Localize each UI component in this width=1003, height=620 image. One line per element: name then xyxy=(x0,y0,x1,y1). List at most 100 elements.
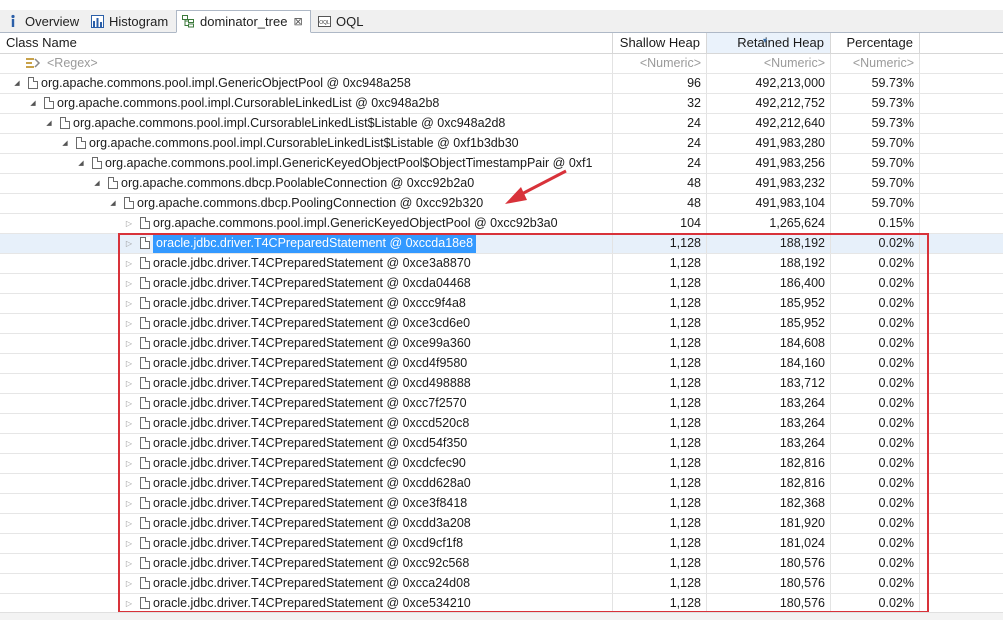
expand-toggle-collapsed-icon[interactable]: ▷ xyxy=(124,274,134,293)
tab-overview[interactable]: Overview xyxy=(2,10,84,32)
table-row[interactable]: ◢ org.apache.commons.dbcp.PoolingConnecti… xyxy=(0,194,1003,214)
percentage-cell: 0.02% xyxy=(831,594,920,613)
table-row[interactable]: ▷ oracle.jdbc.driver.T4CPreparedStatement… xyxy=(0,274,1003,294)
shallow-heap-cell: 48 xyxy=(613,194,707,213)
table-row[interactable]: ▷ oracle.jdbc.driver.T4CPreparedStatement… xyxy=(0,554,1003,574)
table-row[interactable]: ▷ oracle.jdbc.driver.T4CPreparedStatement… xyxy=(0,494,1003,514)
expand-toggle-collapsed-icon[interactable]: ▷ xyxy=(124,294,134,313)
table-row[interactable]: ▷ oracle.jdbc.driver.T4CPreparedStatement… xyxy=(0,294,1003,314)
expand-toggle-expanded-icon[interactable]: ◢ xyxy=(76,154,86,173)
expand-toggle-collapsed-icon[interactable]: ▷ xyxy=(124,394,134,413)
expand-toggle-collapsed-icon[interactable]: ▷ xyxy=(124,514,134,533)
shallow-heap-cell: 96 xyxy=(613,74,707,93)
object-file-icon xyxy=(124,197,134,209)
shallow-heap-cell: 24 xyxy=(613,114,707,133)
table-row[interactable]: ▷ oracle.jdbc.driver.T4CPreparedStatement… xyxy=(0,334,1003,354)
expand-toggle-expanded-icon[interactable]: ◢ xyxy=(44,114,54,133)
column-header-shallow-heap[interactable]: Shallow Heap xyxy=(613,33,707,53)
shallow-heap-cell: 1,128 xyxy=(613,594,707,613)
shallow-heap-cell: 1,128 xyxy=(613,434,707,453)
tab-oql[interactable]: OQL OQL xyxy=(313,10,365,32)
percentage-cell: 0.02% xyxy=(831,514,920,533)
column-header-percentage[interactable]: Percentage xyxy=(831,33,920,53)
class-name-cell: ▷ oracle.jdbc.driver.T4CPreparedStatement… xyxy=(0,434,613,453)
expand-toggle-collapsed-icon[interactable]: ▷ xyxy=(124,234,134,253)
table-row[interactable]: ▷ oracle.jdbc.driver.T4CPreparedStatement… xyxy=(0,394,1003,414)
class-name-label: oracle.jdbc.driver.T4CPreparedStatement … xyxy=(153,556,470,570)
table-row[interactable]: ▷ oracle.jdbc.driver.T4CPreparedStatement… xyxy=(0,534,1003,554)
table-row[interactable]: ▷ oracle.jdbc.driver.T4CPreparedStatement… xyxy=(0,574,1003,594)
expand-toggle-expanded-icon[interactable]: ◢ xyxy=(28,94,38,113)
class-name-cell: ▷ oracle.jdbc.driver.T4CPreparedStatement… xyxy=(0,454,613,473)
table-row[interactable]: ▷ oracle.jdbc.driver.T4CPreparedStatement… xyxy=(0,514,1003,534)
shallow-heap-cell: 104 xyxy=(613,214,707,233)
shallow-heap-cell: 1,128 xyxy=(613,514,707,533)
expand-toggle-expanded-icon[interactable]: ◢ xyxy=(108,194,118,213)
table-row[interactable]: ▷ oracle.jdbc.driver.T4CPreparedStatement… xyxy=(0,434,1003,454)
expand-toggle-collapsed-icon[interactable]: ▷ xyxy=(124,594,134,613)
class-name-label: oracle.jdbc.driver.T4CPreparedStatement … xyxy=(153,496,468,510)
expand-toggle-expanded-icon[interactable]: ◢ xyxy=(60,134,70,153)
expand-toggle-collapsed-icon[interactable]: ▷ xyxy=(124,414,134,433)
table-row[interactable]: ▷ oracle.jdbc.driver.T4CPreparedStatement… xyxy=(0,354,1003,374)
expand-toggle-collapsed-icon[interactable]: ▷ xyxy=(124,374,134,393)
retained-heap-cell: 1,265,624 xyxy=(707,214,831,233)
table-row[interactable]: ◢ org.apache.commons.pool.impl.Cursorable… xyxy=(0,94,1003,114)
table-row[interactable]: ▷ oracle.jdbc.driver.T4CPreparedStatement… xyxy=(0,314,1003,334)
tab-histogram[interactable]: Histogram xyxy=(86,10,174,32)
info-icon xyxy=(6,14,20,28)
class-name-label: oracle.jdbc.driver.T4CPreparedStatement … xyxy=(153,276,471,290)
table-row[interactable]: ◢ org.apache.commons.dbcp.PoolableConnect… xyxy=(0,174,1003,194)
expand-toggle-collapsed-icon[interactable]: ▷ xyxy=(124,254,134,273)
class-name-label: oracle.jdbc.driver.T4CPreparedStatement … xyxy=(153,376,471,390)
column-header-class-name[interactable]: Class Name xyxy=(0,33,613,53)
expand-toggle-expanded-icon[interactable]: ◢ xyxy=(92,174,102,193)
object-file-icon xyxy=(140,477,150,489)
retained-heap-cell: 183,264 xyxy=(707,394,831,413)
table-row[interactable]: ▷ oracle.jdbc.driver.T4CPreparedStatement… xyxy=(0,374,1003,394)
shallow-filter-cell[interactable]: <Numeric> xyxy=(613,54,707,73)
expand-toggle-collapsed-icon[interactable]: ▷ xyxy=(124,334,134,353)
expand-toggle-collapsed-icon[interactable]: ▷ xyxy=(124,494,134,513)
shallow-heap-cell: 1,128 xyxy=(613,274,707,293)
expand-toggle-collapsed-icon[interactable]: ▷ xyxy=(124,534,134,553)
table-row[interactable]: ◢ org.apache.commons.pool.impl.GenericObj… xyxy=(0,74,1003,94)
table-row[interactable]: ◢ org.apache.commons.pool.impl.GenericKey… xyxy=(0,154,1003,174)
table-row[interactable]: ▷ oracle.jdbc.driver.T4CPreparedStatement… xyxy=(0,474,1003,494)
table-row[interactable]: ▷ org.apache.commons.pool.impl.GenericKey… xyxy=(0,214,1003,234)
object-file-icon xyxy=(44,97,54,109)
table-row[interactable]: ▷ oracle.jdbc.driver.T4CPreparedStatement… xyxy=(0,454,1003,474)
expand-toggle-collapsed-icon[interactable]: ▷ xyxy=(124,454,134,473)
percentage-filter-cell[interactable]: <Numeric> xyxy=(831,54,920,73)
table-row[interactable]: ◢ org.apache.commons.pool.impl.Cursorable… xyxy=(0,114,1003,134)
object-file-icon xyxy=(140,437,150,449)
regex-filter-cell[interactable]: <Regex> xyxy=(0,54,613,73)
percentage-cell: 0.02% xyxy=(831,494,920,513)
expand-toggle-collapsed-icon[interactable]: ▷ xyxy=(124,574,134,593)
expand-toggle-collapsed-icon[interactable]: ▷ xyxy=(124,434,134,453)
table-row[interactable]: ▷ oracle.jdbc.driver.T4CPreparedStatement… xyxy=(0,234,1003,254)
expand-toggle-collapsed-icon[interactable]: ▷ xyxy=(124,354,134,373)
close-icon[interactable]: ⊠ xyxy=(293,15,302,28)
expand-toggle-collapsed-icon[interactable]: ▷ xyxy=(124,214,134,233)
expand-toggle-collapsed-icon[interactable]: ▷ xyxy=(124,314,134,333)
shallow-heap-cell: 1,128 xyxy=(613,374,707,393)
class-name-label: oracle.jdbc.driver.T4CPreparedStatement … xyxy=(153,536,464,550)
class-name-cell: ▷ oracle.jdbc.driver.T4CPreparedStatement… xyxy=(0,274,613,293)
table-row[interactable]: ▷ oracle.jdbc.driver.T4CPreparedStatement… xyxy=(0,414,1003,434)
percentage-cell: 0.02% xyxy=(831,314,920,333)
oql-icon: OQL xyxy=(317,14,331,28)
table-row[interactable]: ▷ oracle.jdbc.driver.T4CPreparedStatement… xyxy=(0,254,1003,274)
class-name-cell: ▷ oracle.jdbc.driver.T4CPreparedStatement… xyxy=(0,234,613,253)
retained-heap-cell: 180,576 xyxy=(707,574,831,593)
class-name-label: org.apache.commons.pool.impl.GenericKeye… xyxy=(153,216,558,230)
retained-filter-cell[interactable]: <Numeric> xyxy=(707,54,831,73)
table-row[interactable]: ▷ oracle.jdbc.driver.T4CPreparedStatement… xyxy=(0,594,1003,614)
tab-dominator-tree[interactable]: dominator_tree ⊠ xyxy=(176,10,311,33)
table-row[interactable]: ◢ org.apache.commons.pool.impl.Cursorable… xyxy=(0,134,1003,154)
column-header-retained-heap[interactable]: ▾ Retained Heap xyxy=(707,33,831,53)
expand-toggle-collapsed-icon[interactable]: ▷ xyxy=(124,554,134,573)
object-file-icon xyxy=(140,337,150,349)
expand-toggle-collapsed-icon[interactable]: ▷ xyxy=(124,474,134,493)
expand-toggle-expanded-icon[interactable]: ◢ xyxy=(12,74,22,93)
